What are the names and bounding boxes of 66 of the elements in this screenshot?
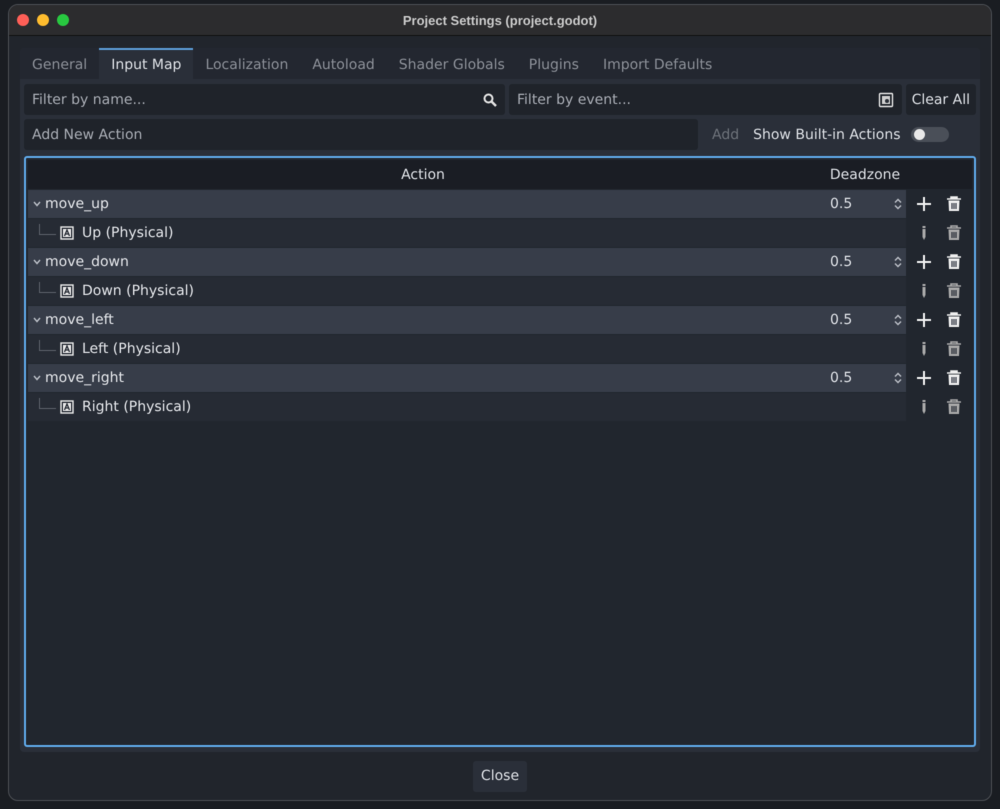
spin-arrows-icon[interactable]: [894, 372, 902, 384]
deadzone-spinbox[interactable]: 0.5: [820, 306, 906, 334]
chevron-icon[interactable]: [33, 259, 41, 265]
action-row[interactable]: move_right 0.5: [28, 363, 972, 392]
show-built-in-label: Show Built-in Actions: [753, 126, 900, 142]
tab[interactable]: General: [20, 48, 100, 79]
toggle-switch[interactable]: [910, 127, 948, 142]
keyboard-key-icon: [60, 342, 74, 356]
keyboard-event-icon[interactable]: [878, 92, 894, 108]
minimize-window-button[interactable]: [37, 14, 49, 26]
trash-icon[interactable]: [946, 196, 962, 212]
plus-icon[interactable]: [916, 370, 932, 386]
action-row[interactable]: move_up 0.5: [28, 189, 972, 218]
trash-icon[interactable]: [946, 254, 962, 270]
tab[interactable]: Input Map: [99, 48, 194, 79]
keyboard-key-icon: [60, 284, 74, 298]
deadzone-spinbox[interactable]: 0.5: [820, 364, 906, 392]
tab[interactable]: Autoload: [300, 48, 387, 79]
keyboard-key-icon: [60, 400, 74, 414]
column-header: Deadzone: [828, 166, 902, 184]
trash-icon[interactable]: [946, 283, 962, 299]
action-name: move_down: [45, 254, 129, 270]
search-icon: [483, 92, 497, 106]
spin-arrows-icon[interactable]: [894, 256, 902, 268]
deadzone-spinbox[interactable]: 0.5: [820, 190, 906, 218]
close-window-button[interactable]: [17, 14, 29, 26]
plus-icon[interactable]: [916, 196, 932, 212]
filter-event-field[interactable]: Filter by event...: [509, 84, 902, 115]
filter-name-field[interactable]: Filter by name...: [24, 84, 505, 115]
event-label: Right (Physical): [82, 399, 192, 415]
spin-arrows-icon[interactable]: [894, 198, 902, 210]
tab[interactable]: Shader Globals: [386, 48, 517, 79]
close-button[interactable]: Close: [472, 760, 528, 792]
event-label: Up (Physical): [82, 225, 174, 241]
trash-icon[interactable]: [946, 341, 962, 357]
tab[interactable]: Localization: [193, 48, 300, 79]
event-label: Down (Physical): [82, 283, 194, 299]
spin-arrows-icon[interactable]: [894, 314, 902, 326]
plus-icon[interactable]: [916, 312, 932, 328]
action-row[interactable]: move_down 0.5: [28, 247, 972, 276]
event-row[interactable]: Up (Physical): [28, 218, 972, 247]
zoom-window-button[interactable]: [57, 14, 69, 26]
event-row[interactable]: Right (Physical): [28, 392, 972, 421]
window-title: Project Settings (project.godot): [402, 12, 598, 28]
trash-icon[interactable]: [946, 225, 962, 241]
trash-icon[interactable]: [946, 312, 962, 328]
action-row[interactable]: move_left 0.5: [28, 305, 972, 334]
action-name: move_up: [45, 196, 109, 212]
chevron-icon[interactable]: [33, 317, 41, 323]
new-action-field[interactable]: Add New Action: [24, 119, 698, 150]
keyboard-key-icon: [60, 226, 74, 240]
event-row[interactable]: Left (Physical): [28, 334, 972, 363]
column-header: Action: [400, 166, 446, 184]
chevron-icon[interactable]: [33, 201, 41, 207]
tab[interactable]: Import Defaults: [590, 48, 724, 79]
action-name: move_right: [45, 370, 124, 386]
deadzone-spinbox[interactable]: 0.5: [820, 248, 906, 276]
action-name: move_left: [45, 312, 114, 328]
event-label: Left (Physical): [82, 341, 181, 357]
trash-icon[interactable]: [946, 370, 962, 386]
event-row[interactable]: Down (Physical): [28, 276, 972, 305]
plus-icon[interactable]: [916, 254, 932, 270]
chevron-icon[interactable]: [33, 375, 41, 381]
tab[interactable]: Plugins: [516, 48, 591, 79]
clear-all-button[interactable]: Clear All: [906, 84, 976, 115]
trash-icon[interactable]: [946, 399, 962, 415]
